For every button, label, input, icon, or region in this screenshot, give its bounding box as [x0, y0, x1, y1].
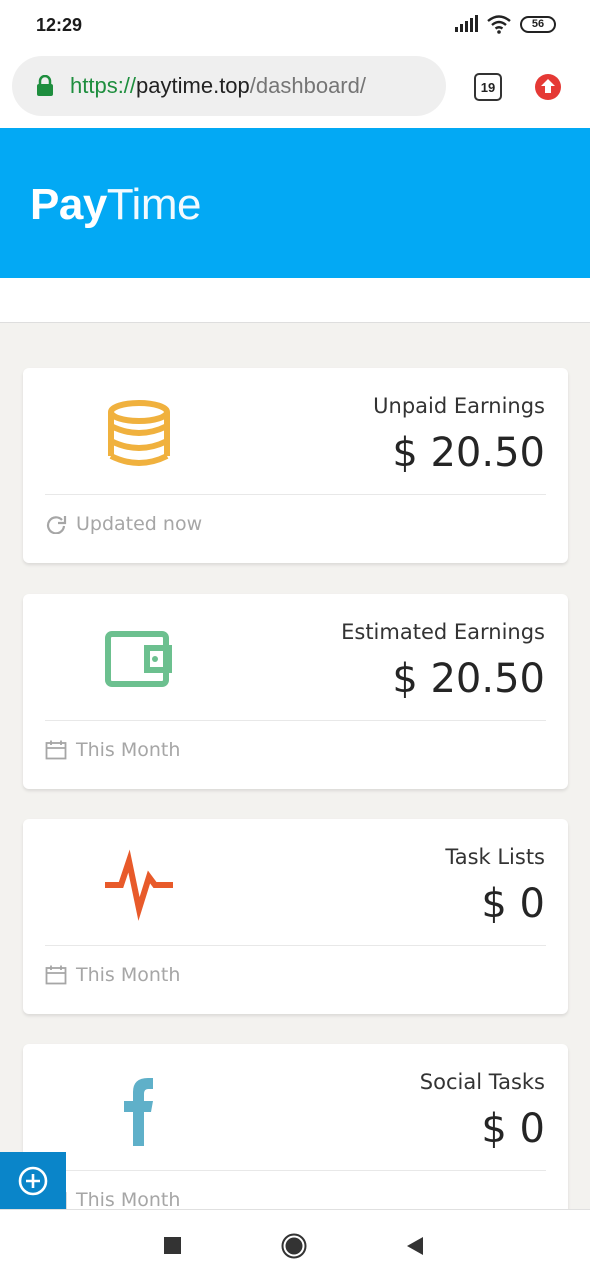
back-triangle-icon[interactable] [403, 1233, 429, 1259]
calendar-icon [45, 740, 67, 760]
card-footer: This Month [45, 964, 180, 986]
facebook-icon [124, 1078, 153, 1146]
status-icons: 56 [454, 14, 556, 34]
card-unpaid-earnings: Unpaid Earnings $ 20.50 Updated now [23, 368, 568, 563]
subnav-bar [0, 278, 590, 323]
status-time: 12:29 [36, 15, 83, 35]
status-bar: 12:29 56 [0, 0, 590, 52]
floating-add-button[interactable] [0, 1152, 66, 1209]
address-bar[interactable]: https://paytime.top/dashboard/ [12, 56, 446, 116]
card-value: $ 0 [481, 1106, 545, 1152]
plus-circle-icon [18, 1166, 48, 1195]
card-divider [45, 1170, 546, 1171]
card-footer-text: This Month [76, 739, 181, 761]
card-footer: Updated now [45, 513, 202, 535]
recents-square-icon[interactable] [160, 1233, 186, 1259]
card-footer-text: This Month [76, 1189, 181, 1211]
signal-icon [455, 15, 478, 32]
card-value: $ 20.50 [392, 430, 545, 476]
tab-count: 19 [480, 79, 496, 95]
logo[interactable]: PayTime [30, 180, 201, 230]
card-label: Estimated Earnings [341, 620, 545, 644]
calendar-icon [45, 965, 67, 985]
card-label: Task Lists [445, 845, 545, 869]
url-host: paytime.top [136, 73, 250, 98]
battery-level: 56 [531, 18, 545, 30]
home-circle-icon[interactable] [281, 1233, 307, 1259]
card-label: Unpaid Earnings [373, 394, 545, 418]
app-header: PayTime [0, 128, 590, 278]
card-divider [45, 494, 546, 495]
battery-icon: 56 [520, 15, 556, 33]
browser-toolbar: https://paytime.top/dashboard/ 19 [0, 52, 590, 128]
card-estimated-earnings: Estimated Earnings $ 20.50 This Month [23, 594, 568, 789]
logo-time: Time [106, 180, 202, 229]
logo-pay: Pay [30, 180, 107, 229]
wifi-icon [487, 15, 511, 34]
system-nav-bar [0, 1209, 590, 1280]
card-task-lists: Task Lists $ 0 This Month [23, 819, 568, 1014]
pulse-icon [105, 849, 173, 921]
card-footer: This Month [45, 739, 180, 761]
card-label: Social Tasks [419, 1070, 545, 1094]
tab-switcher-button[interactable]: 19 [474, 73, 502, 101]
url-text[interactable]: https://paytime.top/dashboard/ [70, 73, 366, 99]
refresh-icon [46, 516, 67, 534]
upload-icon[interactable] [534, 73, 562, 101]
card-footer-text: This Month [76, 964, 181, 986]
url-path: /dashboard/ [249, 73, 366, 98]
card-value: $ 20.50 [392, 656, 545, 702]
card-divider [45, 720, 546, 721]
url-scheme: https:// [70, 73, 137, 98]
card-value: $ 0 [481, 881, 545, 927]
card-footer-text: Updated now [76, 513, 203, 535]
wallet-icon [105, 631, 172, 687]
card-divider [45, 945, 546, 946]
lock-icon [37, 75, 53, 96]
coins-icon [108, 400, 170, 466]
